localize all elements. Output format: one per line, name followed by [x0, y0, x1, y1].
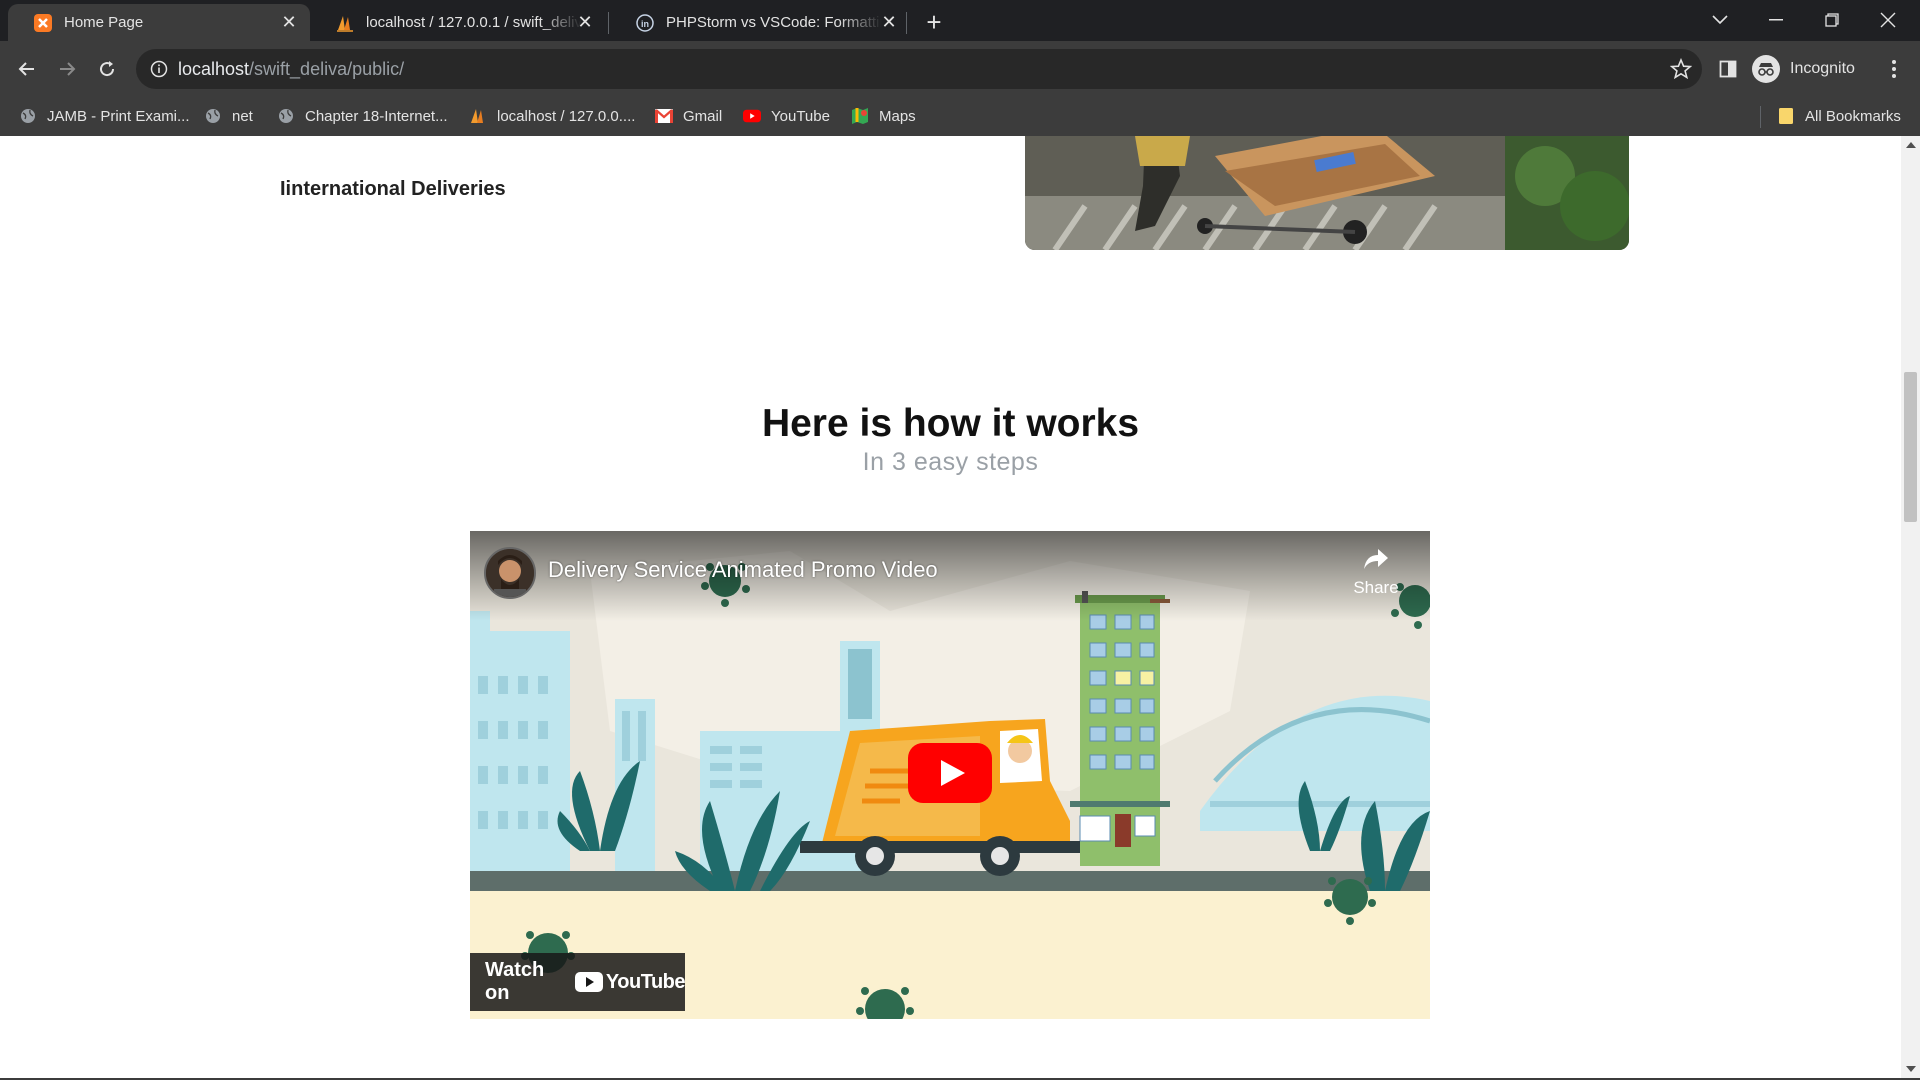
tab-title: Home Page: [64, 14, 144, 31]
arrow-left-icon: [18, 62, 34, 76]
international-deliveries-label: Iinternational Deliveries: [280, 178, 506, 200]
restore-icon: [1825, 13, 1839, 27]
all-bookmarks-label: All Bookmarks: [1805, 107, 1901, 125]
bookmark-chapter-18[interactable]: Chapter 18-Internet...: [277, 105, 448, 127]
menu-button[interactable]: [1878, 53, 1910, 85]
minimize-button[interactable]: [1748, 0, 1804, 40]
share-button[interactable]: Share: [1346, 547, 1406, 598]
tab-divider: [906, 12, 907, 34]
close-tab-icon[interactable]: ✕: [280, 12, 298, 32]
reload-icon: [100, 61, 115, 77]
folder-icon: [1777, 107, 1795, 125]
arrow-right-icon: [60, 62, 76, 76]
tab-home-page[interactable]: Home Page ✕: [8, 4, 310, 41]
how-it-works-subheading: In 3 easy steps: [862, 448, 1039, 476]
delivery-photo: [1025, 136, 1629, 250]
bookmark-label: Chapter 18-Internet...: [305, 107, 448, 125]
youtube-logo: YouTube: [574, 970, 686, 994]
bookmark-label: localhost / 127.0.0....: [497, 107, 636, 125]
youtube-wordmark: YouTube: [605, 970, 686, 993]
globe-icon: [277, 107, 295, 125]
bookmark-jamb[interactable]: JAMB - Print Exami...: [19, 105, 190, 127]
incognito-profile[interactable]: Incognito: [1752, 50, 1855, 88]
youtube-video-embed[interactable]: Delivery Service Animated Promo Video Sh…: [470, 531, 1430, 1019]
play-button[interactable]: [908, 743, 992, 803]
tab-search-button[interactable]: [1692, 0, 1748, 40]
chevron-down-icon: [1712, 15, 1728, 25]
bookmark-localhost[interactable]: localhost / 127.0.0....: [469, 105, 635, 127]
watch-on-label: Watch on: [485, 959, 545, 1004]
bookmark-label: Maps: [879, 107, 916, 125]
youtube-icon: [743, 107, 761, 125]
side-panel-icon: [1719, 60, 1737, 78]
close-tab-icon[interactable]: ✕: [880, 12, 898, 32]
globe-icon: [204, 107, 222, 125]
watch-on-youtube-button[interactable]: Watch on YouTube: [470, 953, 686, 1011]
share-label: Share: [1353, 578, 1399, 597]
bookmark-star-icon[interactable]: [1670, 58, 1692, 80]
scroll-down-arrow-icon[interactable]: [1906, 1066, 1916, 1072]
bookmark-label: Gmail: [683, 107, 723, 125]
bookmarks-bar: JAMB - Print Exami... net Chapter 18-Int…: [0, 97, 1920, 136]
minimize-icon: [1769, 19, 1783, 21]
svg-text:in: in: [641, 19, 649, 29]
page-scrollbar[interactable]: [1901, 136, 1920, 1080]
browser-toolbar: localhost/swift_deliva/public/ Incognito: [0, 41, 1920, 97]
bookmark-label: net: [232, 107, 253, 125]
tab-divider: [608, 12, 609, 34]
video-title[interactable]: Delivery Service Animated Promo Video: [548, 557, 938, 583]
bookmark-label: YouTube: [771, 107, 830, 125]
bookmark-youtube[interactable]: YouTube: [743, 105, 830, 127]
scroll-up-arrow-icon[interactable]: [1906, 142, 1916, 148]
bookmark-label: JAMB - Print Exami...: [47, 107, 190, 125]
url-host: localhost: [178, 59, 250, 79]
profile-label: Incognito: [1790, 60, 1855, 77]
side-panel-button[interactable]: [1712, 53, 1744, 85]
scrollbar-thumb[interactable]: [1904, 372, 1917, 522]
forward-button[interactable]: [51, 53, 83, 85]
restore-button[interactable]: [1804, 0, 1860, 40]
gmail-icon: [655, 107, 673, 125]
maps-icon: [851, 107, 869, 125]
url-path: /swift_deliva/public/: [249, 59, 405, 79]
page-viewport: Iinternational Deliveries Here is how it…: [0, 136, 1901, 1080]
phpmyadmin-icon: [469, 107, 487, 125]
url-text[interactable]: localhost/swift_deliva/public/: [178, 59, 404, 80]
linkedin-icon: in: [636, 13, 654, 32]
tab-title: localhost / 127.0.0.1 / swift_deliv: [366, 14, 582, 31]
more-vert-icon: [1892, 60, 1896, 78]
tab-title: PHPStorm vs VSCode: Formattin: [666, 14, 882, 31]
reload-button[interactable]: [91, 53, 123, 85]
share-icon: [1364, 549, 1388, 569]
globe-icon: [19, 107, 37, 125]
incognito-icon: [1752, 55, 1780, 83]
back-button[interactable]: [11, 53, 43, 85]
channel-avatar[interactable]: [484, 547, 536, 599]
tab-phpmyadmin[interactable]: localhost / 127.0.0.1 / swift_deliv ✕: [310, 4, 606, 41]
close-tab-icon[interactable]: ✕: [576, 12, 594, 32]
tab-strip: Home Page ✕ localhost / 127.0.0.1 / swif…: [0, 0, 1920, 41]
bookmark-net[interactable]: net: [204, 105, 253, 127]
how-it-works-heading: Here is how it works: [761, 402, 1140, 445]
delivery-worker-image: [1025, 136, 1629, 250]
info-icon[interactable]: [150, 60, 168, 78]
close-icon: [1880, 12, 1896, 28]
new-tab-button[interactable]: +: [920, 8, 948, 36]
address-bar[interactable]: localhost/swift_deliva/public/: [136, 49, 1702, 89]
bookmark-maps[interactable]: Maps: [851, 105, 916, 127]
xampp-icon: [34, 13, 52, 32]
close-window-button[interactable]: [1860, 0, 1916, 40]
all-bookmarks-button[interactable]: All Bookmarks: [1777, 105, 1901, 127]
youtube-icon: [574, 972, 603, 992]
phpmyadmin-icon: [337, 15, 353, 32]
bookmark-gmail[interactable]: Gmail: [655, 105, 722, 127]
youtube-play-icon: [908, 743, 992, 803]
bookmarks-divider: [1760, 106, 1761, 128]
tab-phpstorm-vs-vscode[interactable]: in PHPStorm vs VSCode: Formattin ✕: [610, 4, 910, 41]
